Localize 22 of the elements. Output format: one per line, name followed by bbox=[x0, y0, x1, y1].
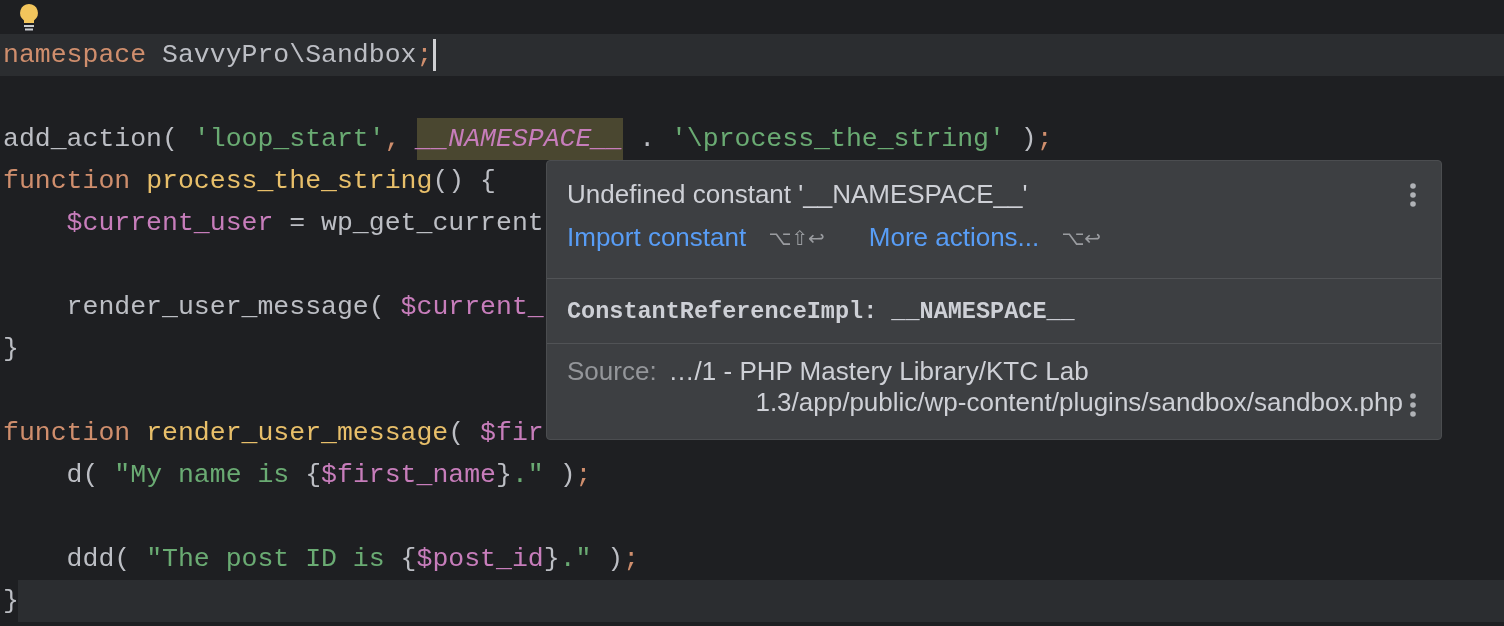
code-line: } bbox=[3, 585, 19, 618]
code-line: add_action( 'loop_start', __NAMESPACE__ . '\process_the_string' ); bbox=[0, 118, 1053, 160]
code-line: function render_user_message( $fir bbox=[2, 417, 544, 450]
code-line: } bbox=[2, 333, 19, 366]
source-label: Source: bbox=[567, 356, 657, 387]
more-options-icon[interactable] bbox=[1409, 392, 1417, 418]
code-line: namespace SavvyPro\Sandbox; bbox=[2, 39, 433, 72]
element-info: ConstantReferenceImpl: __NAMESPACE__ bbox=[567, 297, 1075, 325]
code-line: d( "My name is {$first_name}." ); bbox=[65, 459, 592, 492]
code-line: ddd( "The post ID is {$post_id}." ); bbox=[65, 543, 640, 576]
code-line: $current_user = wp_get_current bbox=[65, 207, 544, 240]
lightbulb-icon[interactable] bbox=[18, 3, 40, 31]
action-link[interactable]: More actions... bbox=[868, 222, 1040, 253]
source-path: …/1 - PHP Mastery Library/KTC Lab bbox=[668, 356, 1089, 387]
action-link[interactable]: Import constant bbox=[567, 222, 747, 253]
error-message: Undefined constant '__NAMESPACE__' bbox=[567, 179, 1028, 210]
keyboard-shortcut: ⌥↩ bbox=[1061, 225, 1102, 250]
source-path: 1.3/app/public/wp-content/plugins/sandbox/sandbox.php bbox=[755, 387, 1403, 418]
code-line: render_user_message( $current_ bbox=[65, 291, 544, 324]
keyboard-shortcut: ⌥⇧↩ bbox=[768, 225, 825, 250]
more-options-icon[interactable] bbox=[1409, 181, 1417, 208]
code-line: function process_the_string() { bbox=[2, 165, 496, 198]
